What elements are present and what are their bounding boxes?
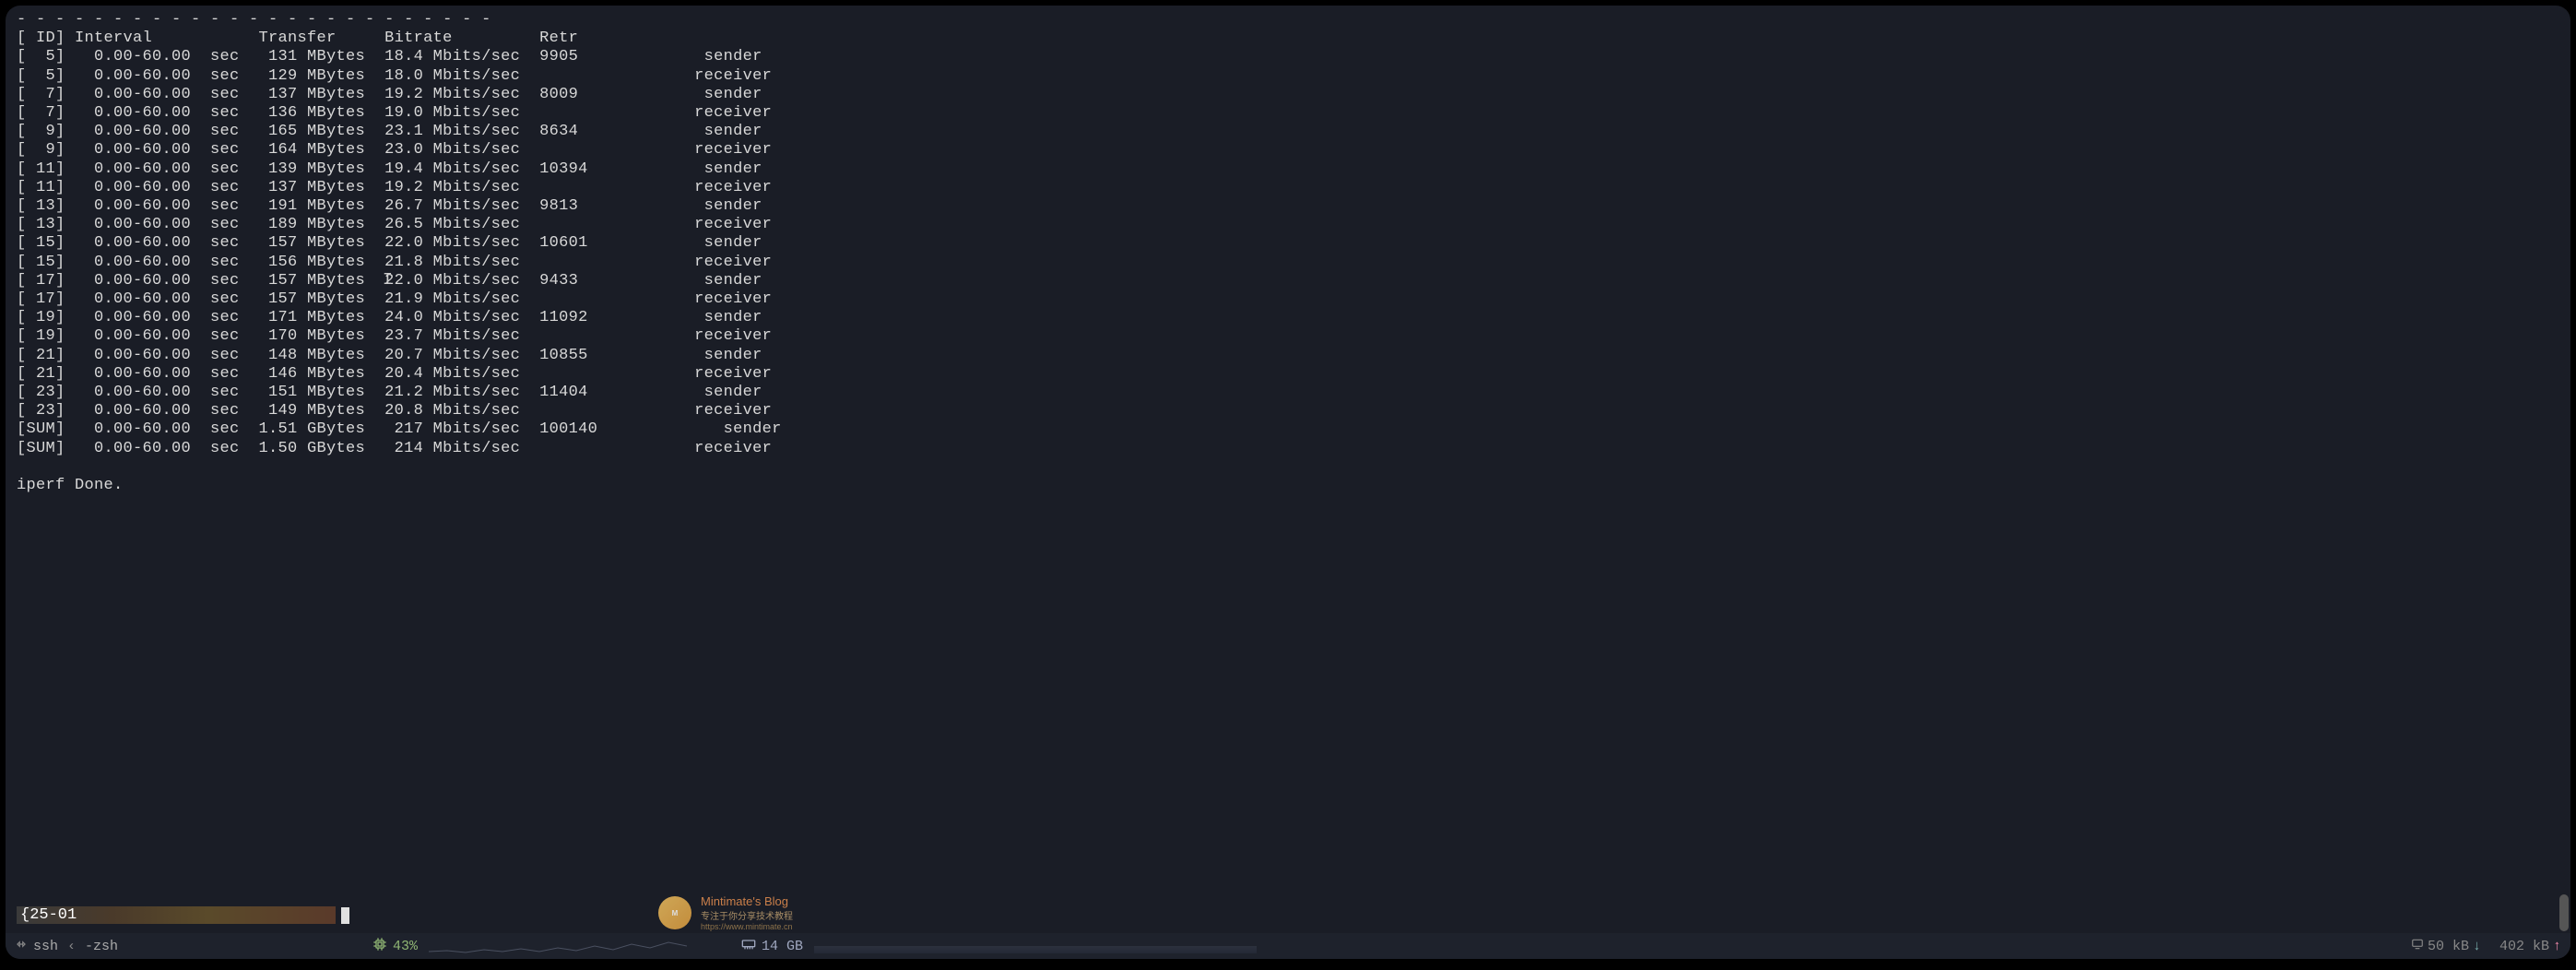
arrow-down-icon: ↓ <box>2473 939 2481 954</box>
status-shell-label: -zsh <box>85 939 118 954</box>
network-icon <box>15 938 28 955</box>
prompt-text[interactable]: {25-01 <box>17 906 336 924</box>
net-up-value: 402 kB <box>2499 939 2549 954</box>
cpu-value: 43% <box>393 939 418 954</box>
cpu-graph <box>429 939 687 953</box>
memory-value: 14 GB <box>762 939 803 954</box>
watermark-text: Mintimate's Blog 专注于你分享技术教程 https://www.… <box>701 894 793 931</box>
memory-icon <box>741 938 756 955</box>
net-up: 402 kB ↑ <box>2499 939 2561 954</box>
watermark-logo-icon: M <box>658 896 691 929</box>
status-bar: ssh ‹ -zsh 43% 14 GB <box>6 933 2570 959</box>
watermark-subtitle: 专注于你分享技术教程 <box>701 908 793 922</box>
net-down: 50 kB ↓ <box>2411 938 2481 954</box>
cursor-icon <box>341 907 349 924</box>
scrollbar-thumb[interactable] <box>2559 894 2569 931</box>
status-session[interactable]: ssh ‹ -zsh <box>15 938 118 955</box>
cpu-icon <box>372 937 387 956</box>
status-ssh-label: ssh <box>33 939 58 954</box>
terminal-output[interactable]: - - - - - - - - - - - - - - - - - - - - … <box>6 6 2570 501</box>
net-down-icon <box>2411 938 2424 954</box>
net-down-value: 50 kB <box>2428 939 2469 954</box>
arrow-up-icon: ↑ <box>2553 939 2561 954</box>
scrollbar[interactable] <box>2559 7 2569 931</box>
watermark-url: https://www.mintimate.cn <box>701 922 793 931</box>
watermark: M Mintimate's Blog 专注于你分享技术教程 https://ww… <box>658 894 793 931</box>
memory-graph <box>814 939 1257 953</box>
status-network[interactable]: 50 kB ↓ 402 kB ↑ <box>2411 938 2561 954</box>
status-cpu[interactable]: 43% <box>372 937 687 956</box>
terminal-window: - - - - - - - - - - - - - - - - - - - - … <box>6 6 2570 959</box>
status-separator: ‹ <box>67 939 76 954</box>
prompt-line[interactable]: {25-01 <box>17 906 349 924</box>
status-memory[interactable]: 14 GB <box>741 938 1257 955</box>
watermark-title: Mintimate's Blog <box>701 894 793 908</box>
